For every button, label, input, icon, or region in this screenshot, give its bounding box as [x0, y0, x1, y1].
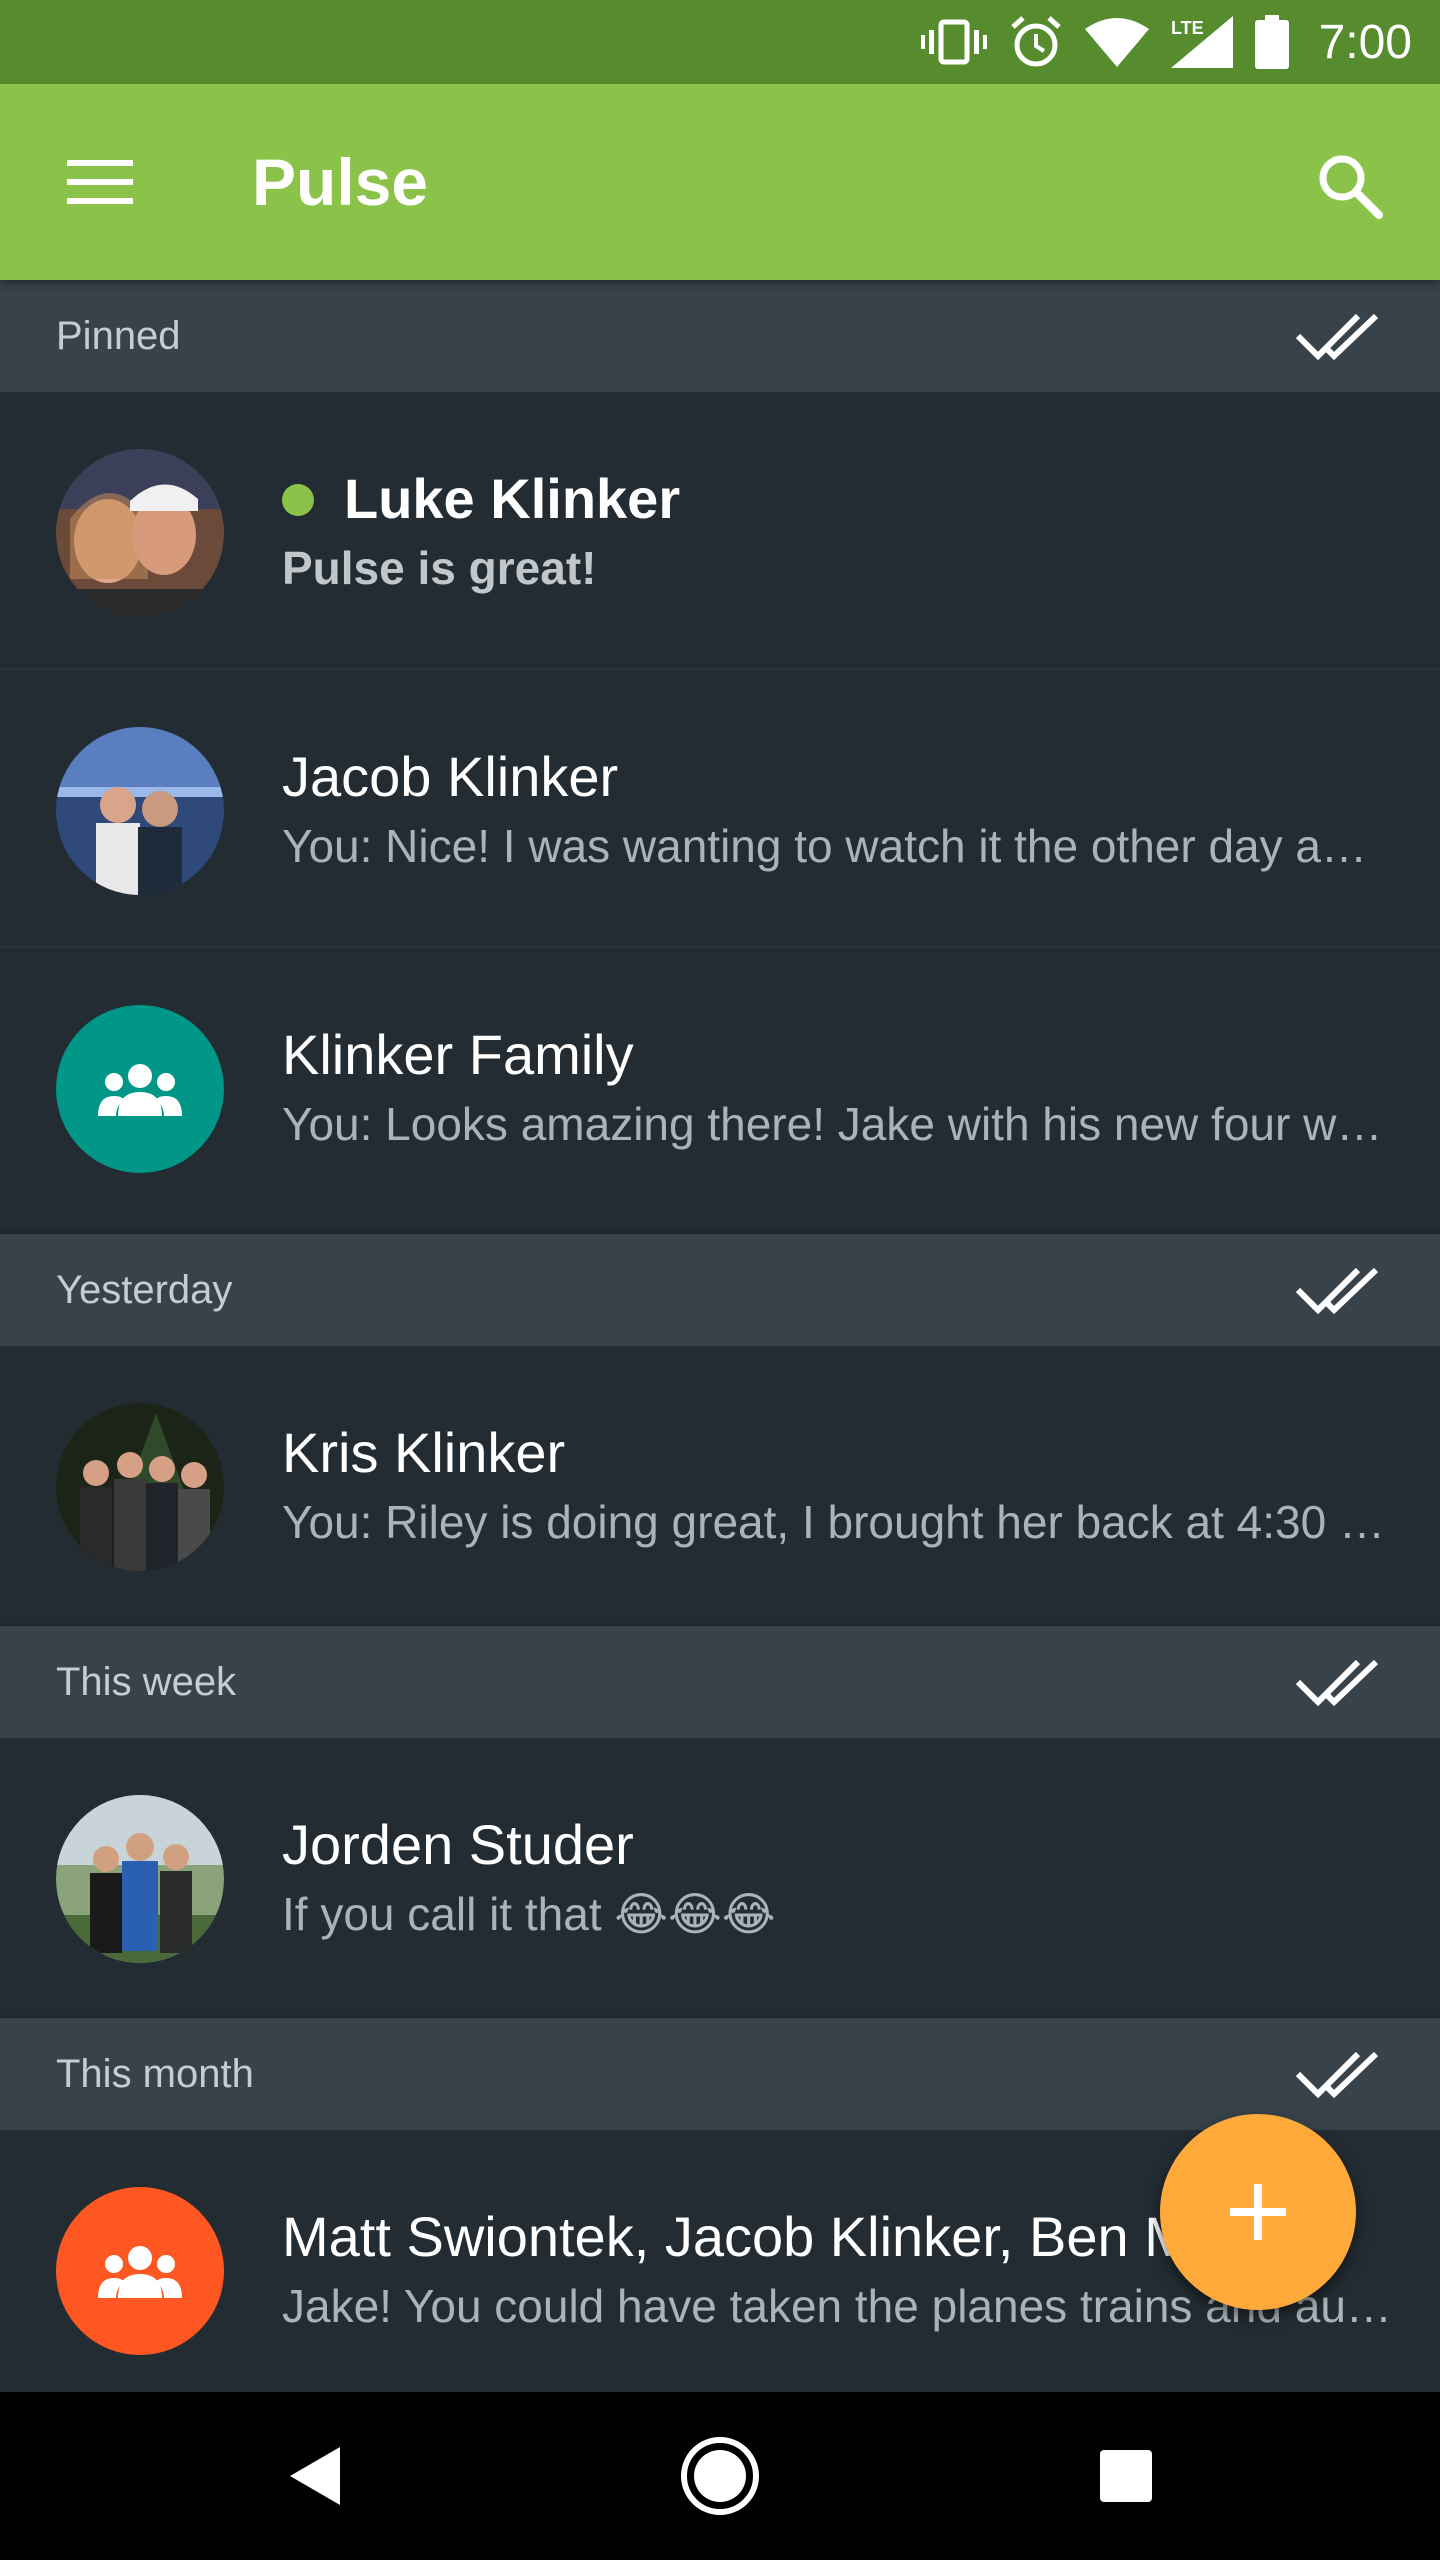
search-icon[interactable]	[1300, 136, 1400, 236]
svg-text:LTE: LTE	[1171, 18, 1204, 38]
plus-icon	[1230, 2184, 1286, 2240]
message-snippet: You: Riley is doing great, I brought her…	[282, 1496, 1392, 1548]
signal-icon: LTE	[1170, 16, 1233, 68]
contact-name: Kris Klinker	[282, 1421, 566, 1484]
online-indicator	[282, 484, 314, 516]
wifi-icon	[1084, 17, 1149, 67]
battery-icon	[1254, 15, 1289, 69]
section-header-this-week: This week	[0, 1626, 1440, 1738]
contact-name: Jacob Klinker	[282, 745, 619, 808]
message-snippet: Pulse is great!	[282, 542, 597, 594]
message-snippet: You: Looks amazing there! Jake with his …	[282, 1098, 1392, 1150]
section-label: Yesterday	[56, 1268, 233, 1312]
recents-icon[interactable]	[1076, 2426, 1176, 2526]
section-header-pinned: Pinned	[0, 280, 1440, 392]
conversation-row-kris-klinker[interactable]: Kris Klinker You: Riley is doing great, …	[0, 1346, 1440, 1624]
conversation-row-klinker-family[interactable]: Klinker Family You: Looks amazing there!…	[0, 948, 1440, 1226]
double-check-icon[interactable]	[1292, 304, 1384, 368]
home-icon[interactable]	[670, 2426, 770, 2526]
double-check-icon[interactable]	[1292, 1650, 1384, 1714]
section-label: This week	[56, 1660, 237, 1704]
status-icons: LTE 7:00	[920, 0, 1412, 84]
app-bar: Pulse	[0, 84, 1440, 280]
system-nav-bar	[0, 2392, 1440, 2560]
group-icon	[98, 1064, 182, 1116]
group-icon	[98, 2246, 182, 2298]
vibrate-icon	[920, 18, 987, 66]
section-header-yesterday: Yesterday	[0, 1234, 1440, 1346]
avatar	[56, 1005, 224, 1173]
avatar	[56, 449, 224, 617]
conversation-row-jorden-studer[interactable]: Jorden Studer If you call it that 😂😂😂	[0, 1738, 1440, 2016]
section-label: Pinned	[56, 314, 181, 358]
double-check-icon[interactable]	[1292, 1258, 1384, 1322]
avatar	[56, 1795, 224, 1963]
avatar	[56, 727, 224, 895]
conversation-list[interactable]: Pinned Luke Klinker Pulse is great! Jaco…	[0, 280, 1440, 2392]
hamburger-menu-icon[interactable]	[52, 142, 148, 222]
message-snippet: If you call it that 😂😂😂	[282, 1888, 776, 1940]
back-icon[interactable]	[264, 2426, 364, 2526]
status-time: 7:00	[1318, 15, 1412, 69]
conversation-row-luke-klinker[interactable]: Luke Klinker Pulse is great!	[0, 392, 1440, 670]
contact-name: Matt Swiontek, Jacob Klinker, Ben M	[282, 2205, 1182, 2268]
section-label: This month	[56, 2052, 254, 2096]
alarm-icon	[1009, 15, 1063, 69]
new-conversation-button[interactable]	[1160, 2114, 1356, 2310]
avatar	[56, 1403, 224, 1571]
section-header-this-month: This month	[0, 2018, 1440, 2130]
double-check-icon[interactable]	[1292, 2042, 1384, 2106]
avatar	[56, 2187, 224, 2355]
contact-name: Luke Klinker	[344, 467, 681, 530]
status-bar: LTE 7:00	[0, 0, 1440, 84]
contact-name: Klinker Family	[282, 1023, 634, 1086]
message-snippet: You: Nice! I was wanting to watch it the…	[282, 820, 1392, 872]
contact-name: Jorden Studer	[282, 1813, 634, 1876]
app-title: Pulse	[252, 145, 429, 219]
conversation-row-jacob-klinker[interactable]: Jacob Klinker You: Nice! I was wanting t…	[0, 670, 1440, 948]
